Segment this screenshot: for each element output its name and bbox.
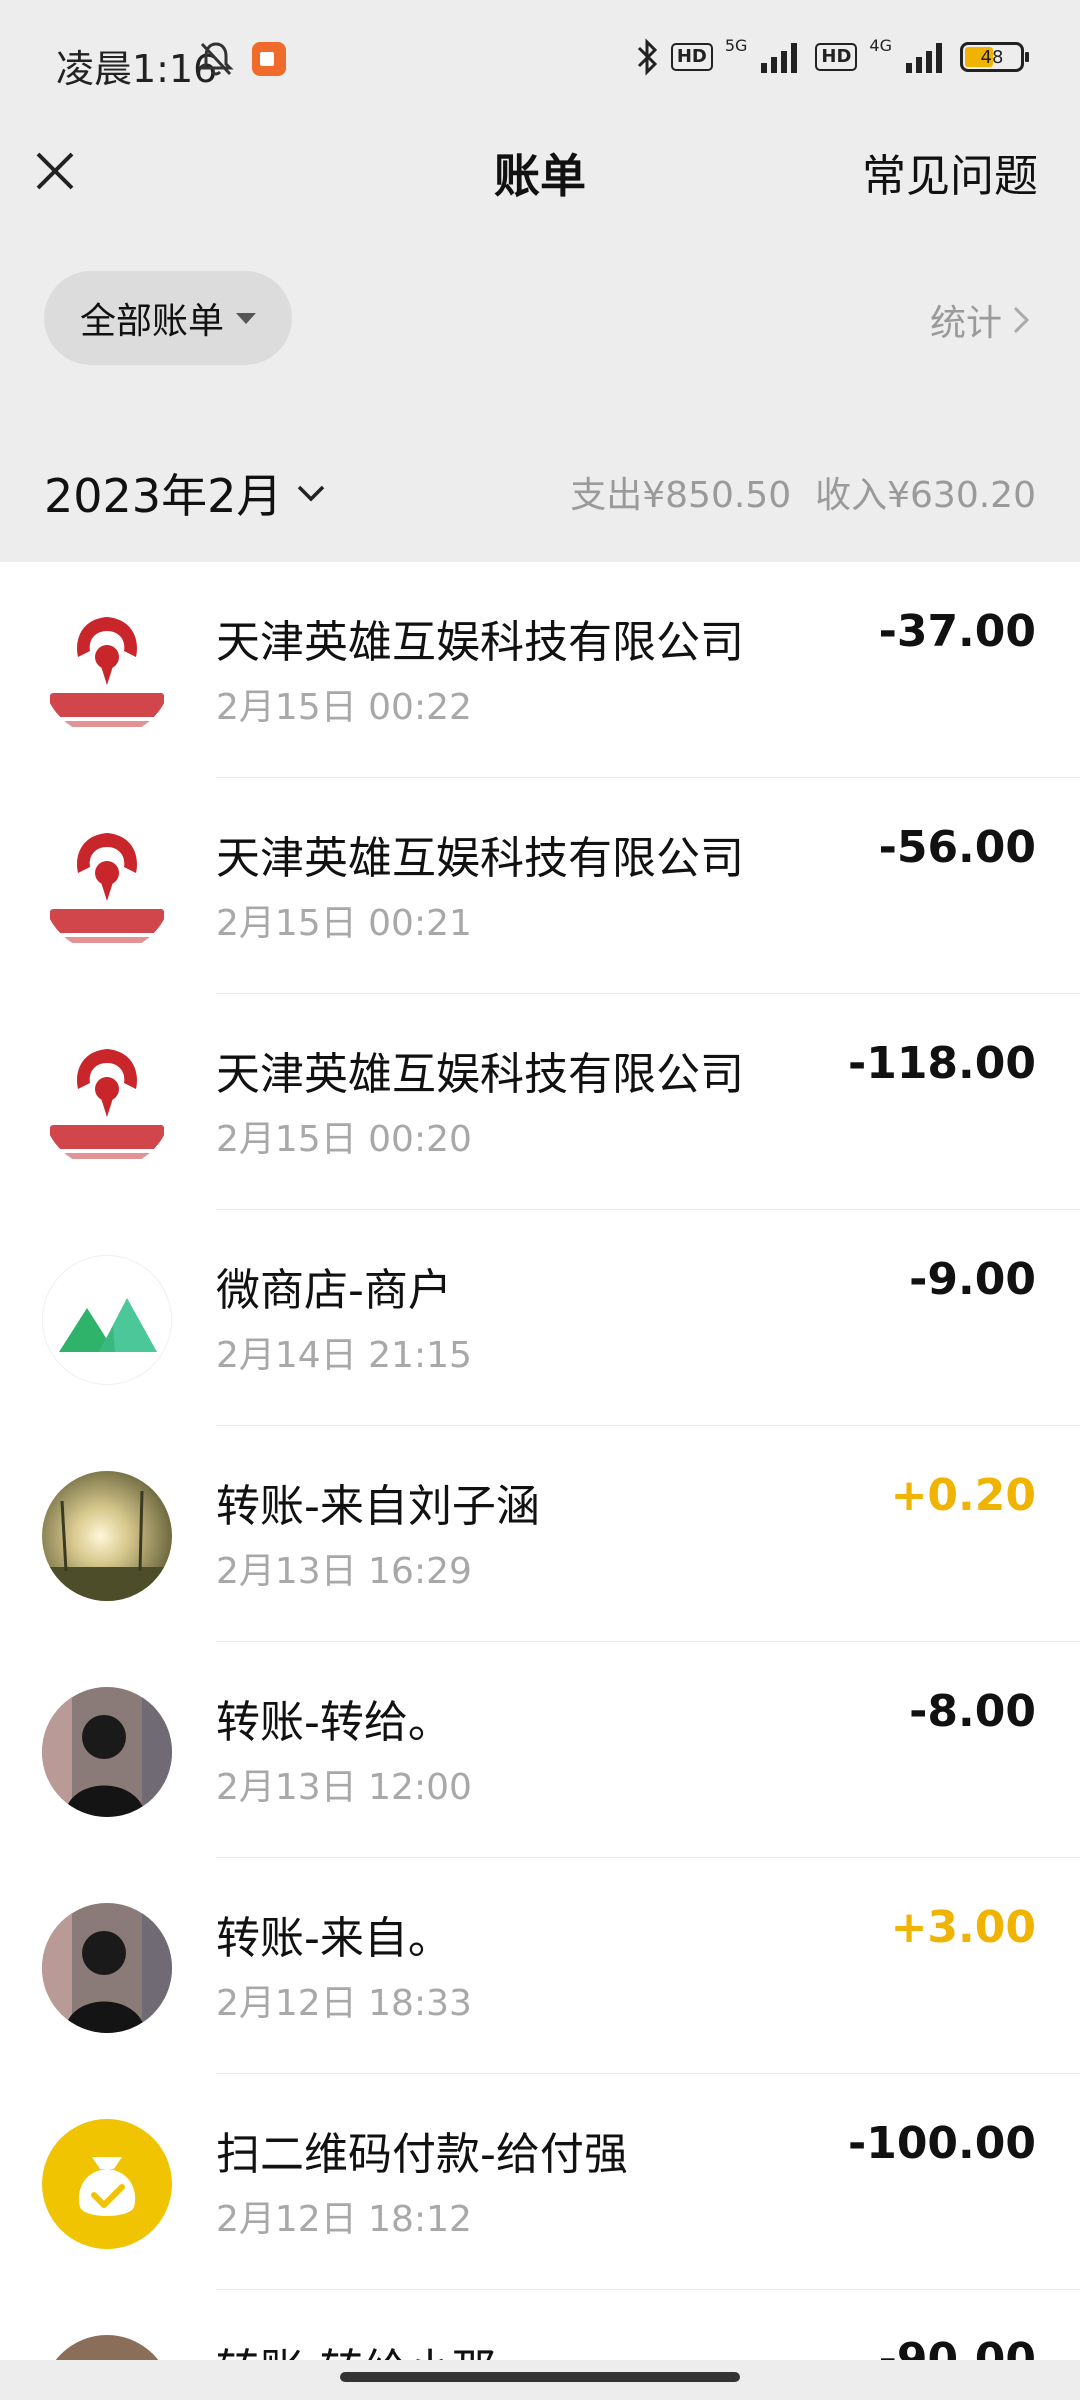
transaction-name: 转账-来自刘子涵	[216, 1481, 540, 1532]
status-right: HD 5G HD 4G 48	[635, 35, 1029, 76]
transaction-amount: +0.20	[890, 1470, 1036, 1521]
mute-bell-icon	[198, 42, 234, 76]
micro-store-logo	[42, 1255, 172, 1385]
transaction-row[interactable]: 天津英雄互娱科技有限公司 2月15日 00:20 -118.00	[0, 994, 1080, 1210]
transaction-row[interactable]: 转账-转给小那 -90.00	[0, 2290, 1080, 2362]
month-header: 2023年2月 支出¥850.50 收入¥630.20	[0, 410, 1080, 562]
transaction-amount: -56.00	[878, 822, 1036, 873]
battery-level: 48	[980, 46, 1004, 68]
network-5g: 5G	[724, 35, 748, 55]
transaction-date: 2月14日 21:15	[216, 1335, 472, 1376]
transaction-row[interactable]: 转账-来自刘子涵 2月13日 16:29 +0.20	[0, 1426, 1080, 1642]
status-bar: 凌晨1:16 HD 5G HD 4G 48	[0, 0, 1080, 126]
home-indicator-bar	[0, 2360, 1080, 2400]
transaction-name: 转账-来自。	[216, 1913, 452, 1964]
chevron-down-icon	[298, 485, 325, 502]
screen-record-icon	[252, 42, 286, 76]
hd-badge-1: HD	[670, 43, 713, 71]
transaction-date: 2月13日 12:00	[216, 1767, 472, 1808]
month-income: 收入¥630.20	[815, 475, 1036, 516]
transaction-row[interactable]: 天津英雄互娱科技有限公司 2月15日 00:22 -37.00	[0, 562, 1080, 778]
month-selector[interactable]: 2023年2月	[44, 460, 326, 526]
transaction-amount: +3.00	[890, 1902, 1036, 1953]
filter-row: 全部账单 统计	[0, 226, 1080, 411]
transaction-row[interactable]: 天津英雄互娱科技有限公司 2月15日 00:21 -56.00	[0, 778, 1080, 994]
transaction-date: 2月15日 00:22	[216, 687, 472, 728]
person-photo	[42, 1903, 172, 2033]
transaction-name: 转账-转给小那	[216, 2334, 496, 2362]
person-photo	[42, 1687, 172, 1817]
network-4g: 4G	[869, 35, 892, 55]
transaction-row[interactable]: 转账-来自。 2月12日 18:33 +3.00	[0, 1858, 1080, 2074]
stats-label: 统计	[929, 303, 1002, 344]
transaction-date: 2月15日 00:20	[216, 1119, 472, 1160]
transaction-date: 2月15日 00:21	[216, 903, 472, 944]
hd-badge-2: HD	[815, 43, 858, 71]
all-bills-dropdown[interactable]: 全部账单	[44, 271, 292, 365]
transaction-amount: -37.00	[878, 606, 1036, 657]
hero-games-logo	[42, 1039, 172, 1169]
transaction-date: 2月12日 18:12	[216, 2199, 472, 2240]
signal-icon-1	[761, 43, 798, 73]
title-bar: 账单 常见问题	[0, 126, 1080, 227]
transaction-name: 转账-转给。	[216, 1697, 452, 1748]
status-time: 凌晨1:16	[56, 47, 218, 91]
battery-icon: 48	[960, 42, 1029, 72]
bluetooth-icon	[637, 38, 657, 76]
hero-games-logo	[42, 823, 172, 953]
transaction-amount: -100.00	[847, 2118, 1036, 2169]
sunset-photo	[42, 1471, 172, 1601]
transaction-amount: -8.00	[909, 1686, 1036, 1737]
money-bag-icon	[42, 2119, 172, 2249]
month-expense: 支出¥850.50	[570, 475, 792, 516]
transaction-name: 天津英雄互娱科技有限公司	[216, 833, 744, 884]
hero-games-logo	[42, 607, 172, 737]
transaction-name: 微商店-商户	[216, 1265, 452, 1316]
all-bills-label: 全部账单	[79, 301, 224, 342]
transaction-row[interactable]: 扫二维码付款-给付强 2月12日 18:12 -100.00	[0, 2074, 1080, 2290]
transaction-date: 2月12日 18:33	[216, 1983, 472, 2024]
transaction-amount: -9.00	[909, 1254, 1036, 1305]
home-indicator[interactable]	[340, 2372, 740, 2382]
signal-icon-2	[906, 43, 942, 73]
transaction-name: 天津英雄互娱科技有限公司	[216, 617, 744, 668]
transaction-row[interactable]: 微商店-商户 2月14日 21:15 -9.00	[0, 1210, 1080, 1426]
transaction-amount: -90.00	[878, 2334, 1036, 2362]
transaction-name: 天津英雄互娱科技有限公司	[216, 1049, 744, 1100]
transaction-list: 天津英雄互娱科技有限公司 2月15日 00:22 -37.00 天津英雄互娱科技…	[0, 562, 1080, 2362]
month-label: 2023年2月	[44, 469, 283, 523]
transaction-row[interactable]: 转账-转给。 2月13日 12:00 -8.00	[0, 1642, 1080, 1858]
transaction-date: 2月13日 16:29	[216, 1551, 472, 1592]
transaction-name: 扫二维码付款-给付强	[216, 2129, 628, 2180]
faq-link[interactable]: 常见问题	[862, 140, 1038, 204]
caret-down-icon	[236, 312, 256, 324]
person-photo	[42, 2335, 172, 2362]
chevron-right-icon	[1013, 306, 1030, 334]
stats-link[interactable]: 统计	[930, 294, 1030, 346]
transaction-amount: -118.00	[847, 1038, 1036, 1089]
month-summary: 支出¥850.50 收入¥630.20	[570, 466, 1036, 518]
